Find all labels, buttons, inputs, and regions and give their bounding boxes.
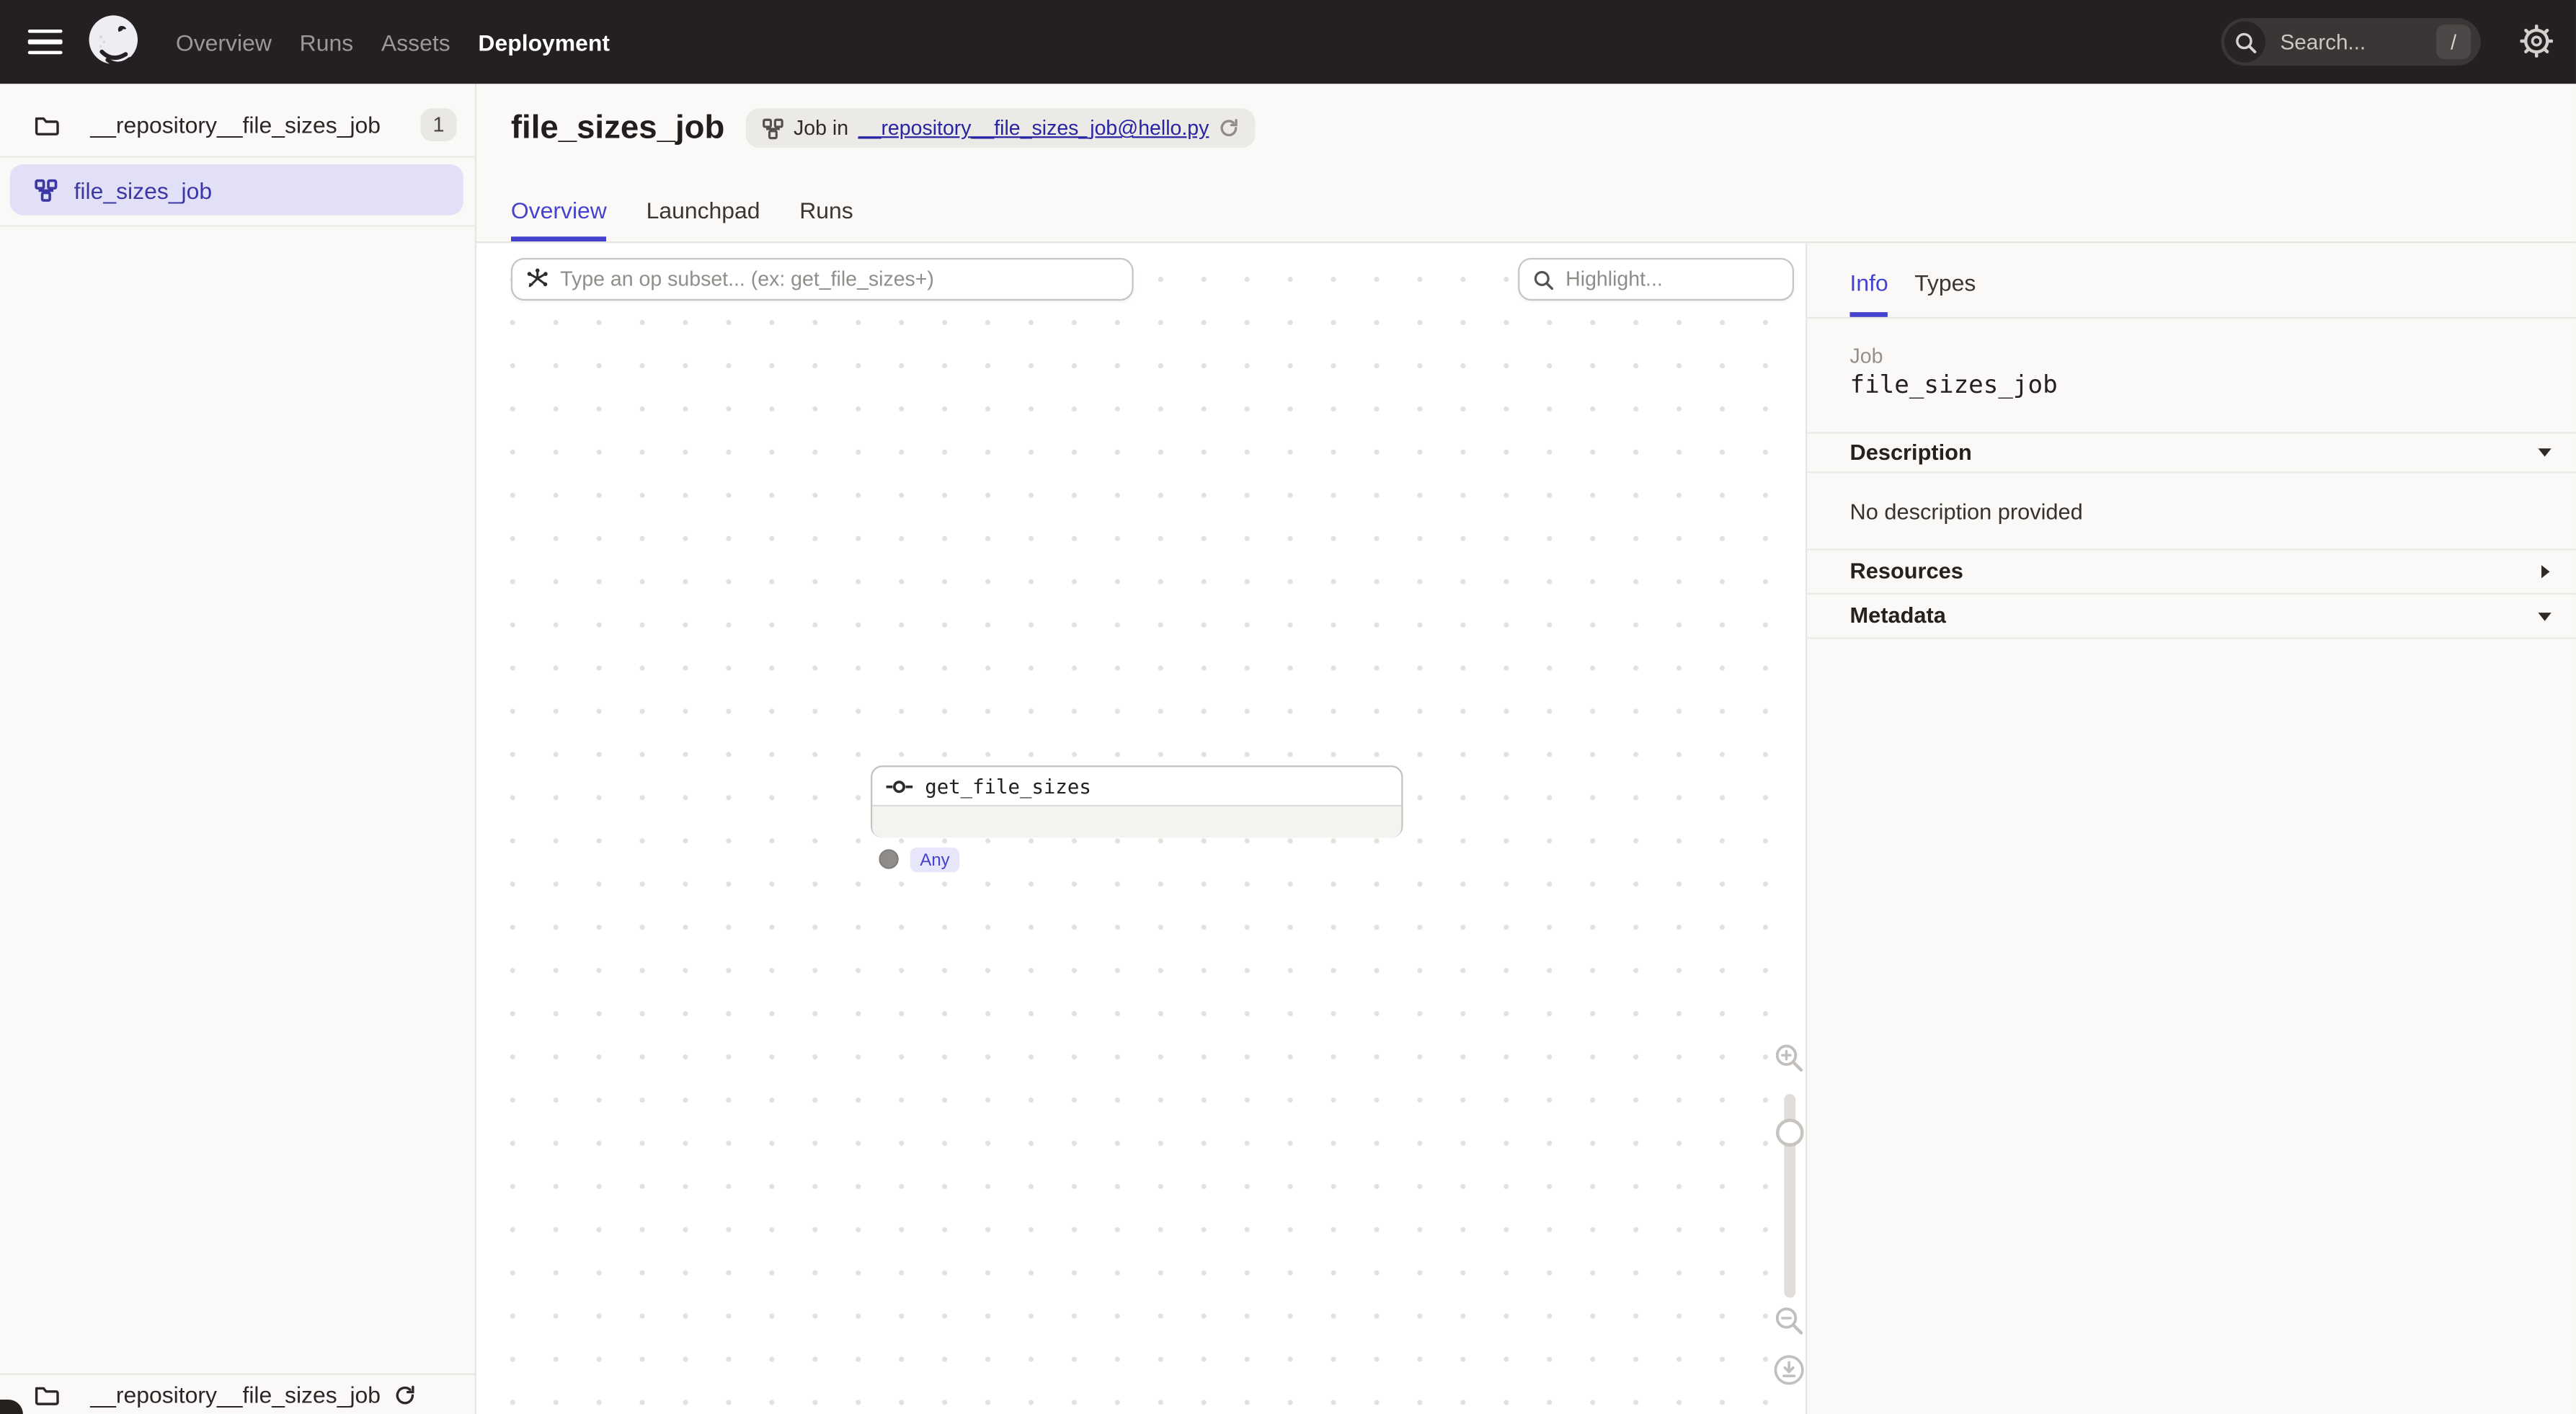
section-description[interactable]: Description <box>1807 432 2576 471</box>
job-graph-icon <box>763 117 784 139</box>
search-placeholder: Search... <box>2280 30 2366 54</box>
tab-types[interactable]: Types <box>1914 243 1976 317</box>
op-icon <box>886 778 914 794</box>
op-subset-filter[interactable] <box>511 258 1134 301</box>
section-title: Metadata <box>1849 603 2536 628</box>
primary-nav: Overview Runs Assets Deployment <box>176 29 610 55</box>
reload-repository-icon[interactable] <box>394 1384 415 1405</box>
job-sidebar: __repository__file_sizes_job 1 file_size… <box>0 84 476 1414</box>
zoom-out-icon[interactable] <box>1775 1306 1804 1335</box>
job-header: file_sizes_job Job in __repository__file… <box>476 84 2576 243</box>
op-subset-input[interactable] <box>560 268 1132 291</box>
job-graph-icon <box>35 178 58 201</box>
section-title: Description <box>1849 440 2536 464</box>
zoom-slider-handle[interactable] <box>1776 1119 1804 1147</box>
folder-icon <box>35 1384 59 1405</box>
gear-icon[interactable] <box>2520 25 2553 58</box>
dagster-logo[interactable] <box>84 12 144 72</box>
chevron-right-icon <box>2536 563 2553 579</box>
op-selector-icon <box>525 268 548 291</box>
page-title: file_sizes_job <box>511 110 724 147</box>
repository-link[interactable]: __repository__file_sizes_job@hello.py <box>858 117 1209 140</box>
sidebar-item-label: file_sizes_job <box>74 177 213 203</box>
divider <box>1807 317 2576 319</box>
op-node-body <box>872 806 1401 837</box>
sidebar-repository-row[interactable]: __repository__file_sizes_job 1 <box>0 94 475 156</box>
divider <box>1807 471 2576 473</box>
title-row: file_sizes_job Job in __repository__file… <box>511 108 1255 148</box>
nav-runs[interactable]: Runs <box>300 29 354 55</box>
nav-overview[interactable]: Overview <box>176 29 272 55</box>
search-icon <box>2224 22 2265 63</box>
zoom-in-icon[interactable] <box>1775 1043 1804 1072</box>
chevron-down-icon <box>2536 607 2553 623</box>
job-context-tag: Job in __repository__file_sizes_job@hell… <box>746 108 1255 148</box>
tab-overview[interactable]: Overview <box>511 197 607 242</box>
dagster-app: Overview Runs Assets Deployment Search..… <box>0 0 2576 1414</box>
top-nav: Overview Runs Assets Deployment Search..… <box>0 0 2576 84</box>
op-node-get-file-sizes[interactable]: get_file_sizes <box>871 765 1403 837</box>
nav-deployment[interactable]: Deployment <box>478 29 610 55</box>
section-metadata[interactable]: Metadata <box>1807 593 2576 638</box>
section-title: Resources <box>1849 559 2536 583</box>
reload-icon[interactable] <box>1219 118 1238 138</box>
search-input[interactable]: Search... / <box>2221 18 2481 66</box>
job-tabs: Overview Launchpad Runs <box>511 197 853 242</box>
sidebar-item-file-sizes-job[interactable]: file_sizes_job <box>10 164 463 215</box>
info-panel: Info Types Job file_sizes_job Descriptio… <box>1806 243 2576 1414</box>
menu-icon[interactable] <box>28 29 63 55</box>
highlight-input[interactable] <box>1565 268 1806 291</box>
op-node-name: get_file_sizes <box>925 775 1091 798</box>
panel-tabs: Info Types <box>1849 243 1976 317</box>
job-name: file_sizes_job <box>1849 370 2057 399</box>
folder-icon <box>35 114 59 135</box>
divider <box>1807 637 2576 639</box>
tab-info[interactable]: Info <box>1849 243 1888 317</box>
op-node-header: get_file_sizes <box>872 767 1401 806</box>
search-icon <box>1533 269 1555 290</box>
output-port[interactable] <box>879 849 898 868</box>
job-in-label: Job in <box>794 117 848 140</box>
chevron-down-icon <box>2536 443 2553 460</box>
divider <box>0 156 475 158</box>
divider <box>0 225 475 226</box>
section-resources[interactable]: Resources <box>1807 548 2576 593</box>
description-empty-text: No description provided <box>1849 499 2082 524</box>
tab-launchpad[interactable]: Launchpad <box>647 197 760 242</box>
graph-canvas[interactable]: get_file_sizes Any <box>476 243 1806 1414</box>
repository-name: __repository__file_sizes_job <box>90 112 381 138</box>
nav-assets[interactable]: Assets <box>381 29 450 55</box>
footer-repository-name: __repository__file_sizes_job <box>90 1382 381 1408</box>
tab-runs[interactable]: Runs <box>799 197 853 242</box>
download-view-icon[interactable] <box>1772 1353 1806 1387</box>
slash-shortcut-badge: / <box>2436 25 2471 59</box>
output-type-badge[interactable]: Any <box>910 848 960 872</box>
highlight-filter[interactable] <box>1518 258 1794 301</box>
job-label: Job <box>1849 345 1883 368</box>
sidebar-footer-repository[interactable]: __repository__file_sizes_job <box>0 1373 475 1414</box>
job-count-badge: 1 <box>421 108 457 141</box>
